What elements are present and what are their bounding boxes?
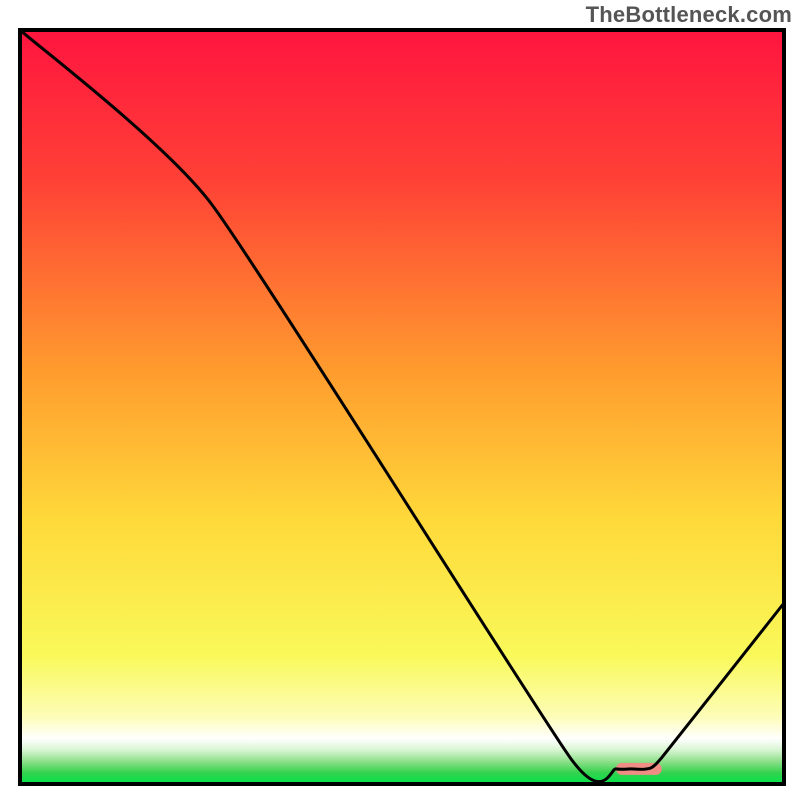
- bottleneck-chart: [0, 0, 800, 800]
- watermark-text: TheBottleneck.com: [586, 2, 792, 28]
- plot-background: [20, 30, 784, 784]
- chart-container: TheBottleneck.com: [0, 0, 800, 800]
